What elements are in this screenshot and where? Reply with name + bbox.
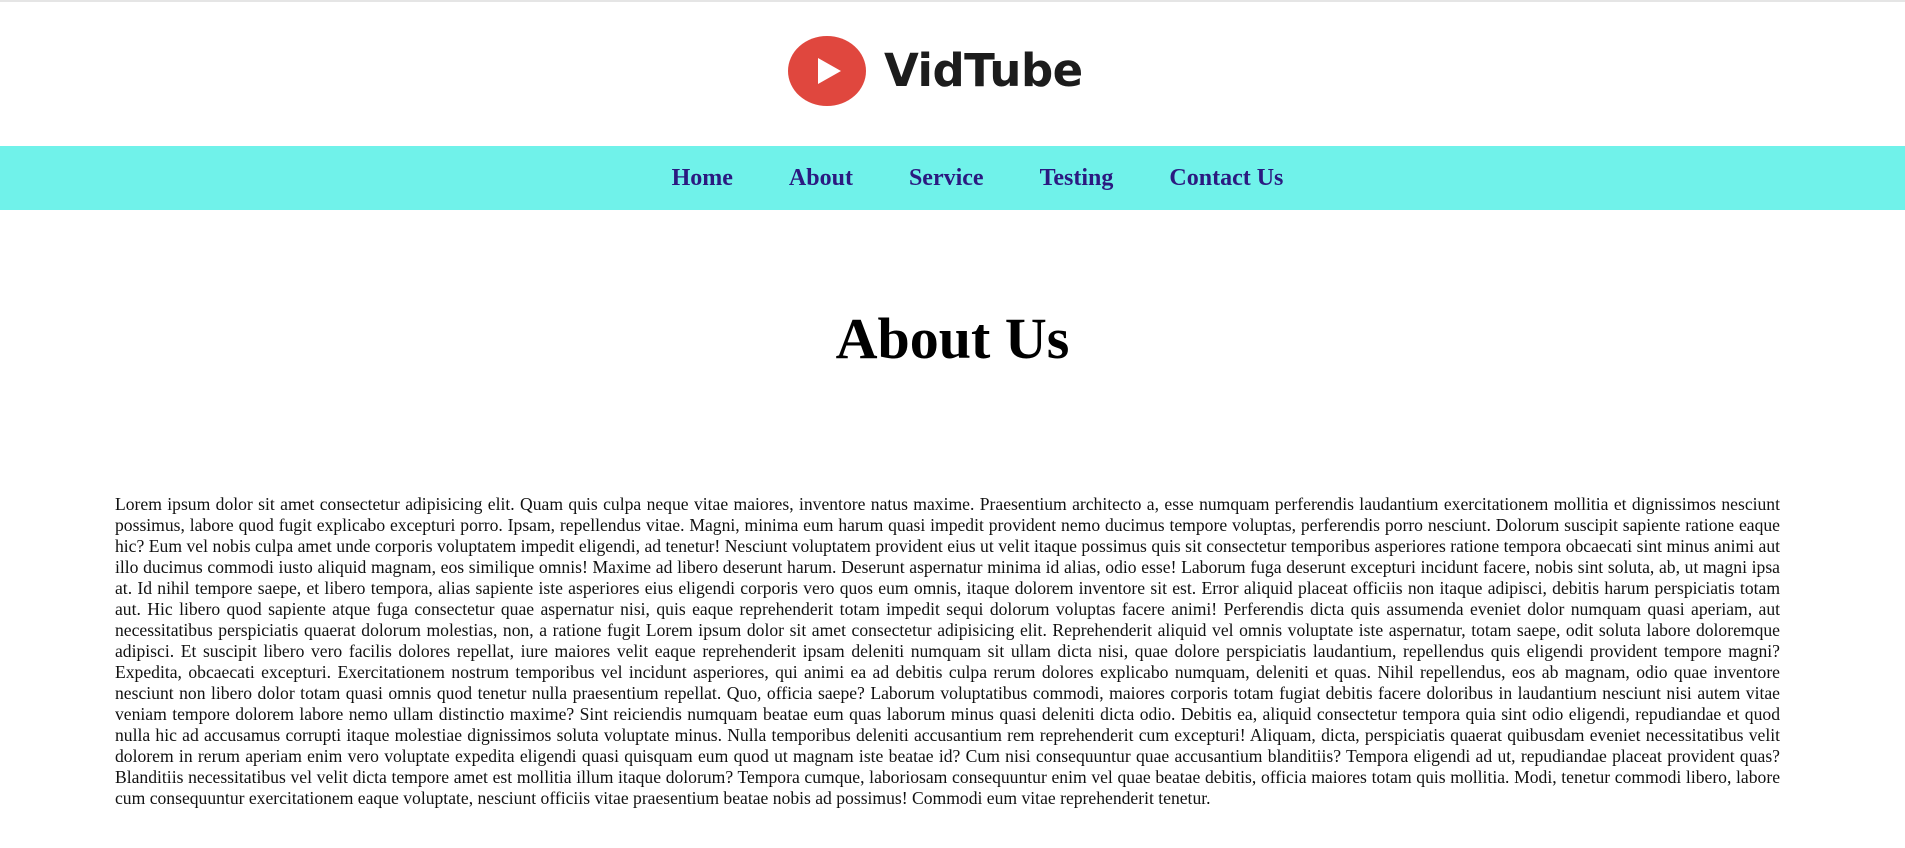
site-logo[interactable]: VidTube bbox=[788, 36, 1083, 106]
nav-link-home[interactable]: Home bbox=[672, 165, 733, 192]
nav-link-contact-us[interactable]: Contact Us bbox=[1169, 165, 1283, 192]
site-header: VidTube bbox=[0, 2, 1905, 146]
page-title: About Us bbox=[835, 306, 1070, 371]
brand-name: VidTube bbox=[884, 44, 1083, 97]
nav-link-service[interactable]: Service bbox=[909, 165, 984, 192]
about-paragraph: Lorem ipsum dolor sit amet consectetur a… bbox=[115, 494, 1780, 808]
nav-list: Home About Service Testing Contact Us bbox=[0, 146, 1905, 210]
main-navigation: Home About Service Testing Contact Us bbox=[0, 146, 1905, 210]
nav-link-testing[interactable]: Testing bbox=[1040, 165, 1114, 192]
nav-link-about[interactable]: About bbox=[789, 165, 853, 192]
play-circle-icon bbox=[788, 36, 866, 106]
